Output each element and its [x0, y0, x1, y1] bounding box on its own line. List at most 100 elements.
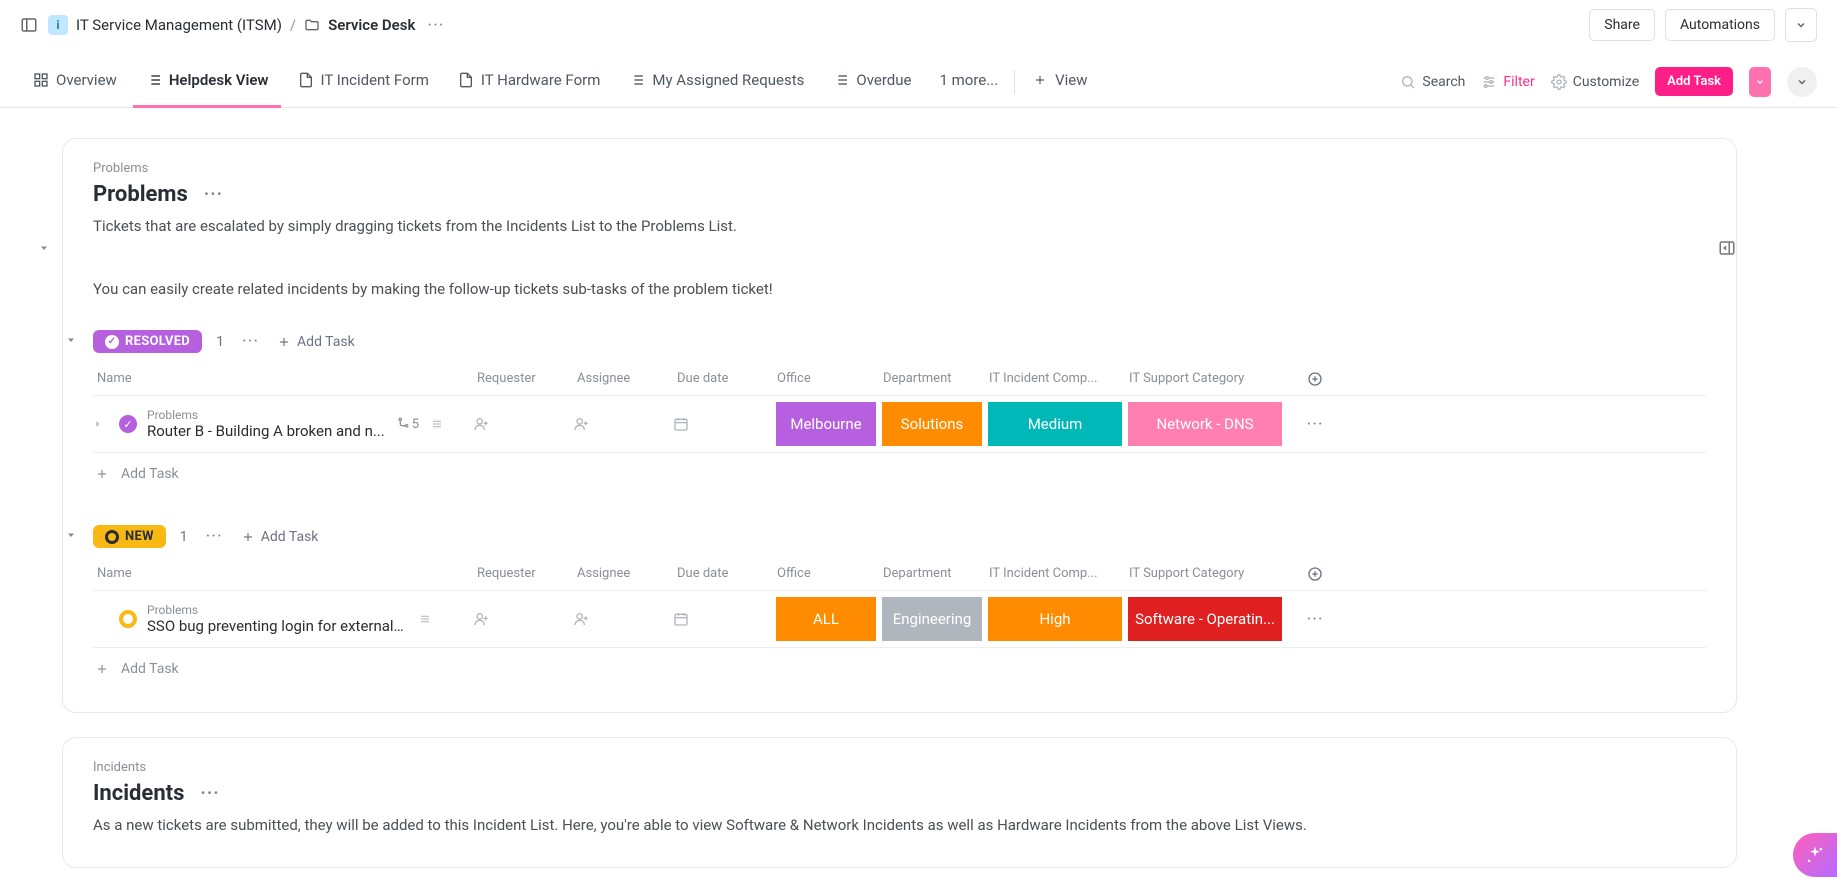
comp-chip[interactable]: High — [988, 597, 1122, 641]
calendar-icon — [673, 611, 689, 627]
breadcrumb-current[interactable]: Service Desk — [328, 16, 415, 34]
user-plus-icon — [473, 416, 489, 432]
tab-helpdesk[interactable]: Helpdesk View — [133, 56, 281, 108]
search-label: Search — [1422, 74, 1465, 90]
status-new-label: NEW — [125, 529, 154, 544]
col-name[interactable]: Name — [93, 566, 473, 582]
search-button[interactable]: Search — [1400, 74, 1465, 90]
subtask-count[interactable]: 5 — [395, 417, 419, 432]
col-dept[interactable]: Department — [879, 566, 985, 582]
tab-add-view[interactable]: View — [1019, 56, 1099, 108]
row-more-icon[interactable]: ··· — [1302, 609, 1327, 630]
cat-chip[interactable]: Software - Operatin... — [1128, 597, 1282, 641]
col-name[interactable]: Name — [93, 371, 473, 387]
comp-chip[interactable]: Medium — [988, 402, 1122, 446]
incidents-title: Incidents — [93, 781, 184, 806]
new-add-task[interactable]: Add Task — [241, 529, 319, 545]
col-comp[interactable]: IT Incident Comp... — [985, 566, 1125, 582]
resolved-add-task[interactable]: Add Task — [277, 334, 355, 350]
col-requester[interactable]: Requester — [473, 566, 573, 582]
incidents-card: Incidents Incidents ··· As a new tickets… — [62, 737, 1737, 868]
sidebar-toggle-icon[interactable] — [20, 16, 38, 34]
search-icon — [1400, 74, 1416, 90]
drag-icon[interactable] — [417, 611, 433, 627]
add-task-row[interactable]: Add Task — [93, 648, 1706, 690]
breadcrumb-workspace[interactable]: IT Service Management (ITSM) — [76, 16, 282, 34]
assignee-cell[interactable] — [573, 416, 673, 432]
status-dot-icon: ✓ — [119, 415, 137, 433]
col-cat[interactable]: IT Support Category — [1125, 566, 1285, 582]
col-due[interactable]: Due date — [673, 566, 773, 582]
filter-button[interactable]: Filter — [1481, 74, 1534, 90]
incidents-more-icon[interactable]: ··· — [196, 783, 223, 804]
customize-label: Customize — [1573, 74, 1639, 90]
info-icon: i — [48, 15, 68, 35]
table-row[interactable]: Problems SSO bug preventing login for ex… — [93, 591, 1706, 648]
tab-view-label: View — [1055, 71, 1087, 89]
add-column-button[interactable] — [1285, 371, 1345, 387]
add-task-chevron[interactable] — [1749, 67, 1771, 97]
resolved-more-icon[interactable]: ··· — [238, 331, 263, 352]
due-cell[interactable] — [673, 611, 773, 627]
list-icon — [145, 71, 163, 89]
due-cell[interactable] — [673, 416, 773, 432]
col-dept[interactable]: Department — [879, 371, 985, 387]
problems-desc1: Tickets that are escalated by simply dra… — [93, 215, 1706, 238]
resolved-count: 1 — [216, 334, 224, 350]
drag-icon[interactable] — [429, 416, 445, 432]
panel-toggle-icon[interactable] — [1718, 239, 1736, 257]
form-icon — [457, 71, 475, 89]
status-resolved-pill[interactable]: ✓ RESOLVED — [93, 330, 202, 353]
user-plus-icon — [473, 611, 489, 627]
col-comp[interactable]: IT Incident Comp... — [985, 371, 1125, 387]
automations-button[interactable]: Automations — [1665, 9, 1775, 41]
requester-cell[interactable] — [473, 416, 573, 432]
office-chip[interactable]: ALL — [776, 597, 876, 641]
more-menu-button[interactable] — [1787, 67, 1817, 97]
add-column-button[interactable] — [1285, 566, 1345, 582]
dept-chip[interactable]: Engineering — [882, 597, 982, 641]
group-caret[interactable] — [65, 529, 77, 541]
row-more-icon[interactable]: ··· — [1302, 414, 1327, 435]
office-chip[interactable]: Melbourne — [776, 402, 876, 446]
table-row[interactable]: ✓ Problems Router B - Building A broken … — [93, 396, 1706, 453]
col-assignee[interactable]: Assignee — [573, 566, 673, 582]
fab-ai-button[interactable] — [1793, 833, 1837, 877]
col-due[interactable]: Due date — [673, 371, 773, 387]
col-assignee[interactable]: Assignee — [573, 371, 673, 387]
tab-helpdesk-label: Helpdesk View — [169, 71, 269, 89]
col-office[interactable]: Office — [773, 566, 879, 582]
dept-chip[interactable]: Solutions — [882, 402, 982, 446]
tab-more[interactable]: 1 more... — [927, 56, 1010, 108]
cat-chip[interactable]: Network - DNS — [1128, 402, 1282, 446]
expand-icon[interactable] — [93, 419, 109, 429]
share-button[interactable]: Share — [1589, 9, 1655, 41]
tabbar: Overview Helpdesk View IT Incident Form … — [0, 56, 1837, 108]
automations-chevron[interactable] — [1785, 8, 1817, 42]
breadcrumb: i IT Service Management (ITSM) / Service… — [48, 15, 449, 36]
tab-hardware-form[interactable]: IT Hardware Form — [445, 56, 613, 108]
col-office[interactable]: Office — [773, 371, 879, 387]
add-task-button[interactable]: Add Task — [1655, 67, 1733, 96]
user-plus-icon — [573, 611, 589, 627]
task-tag: Problems — [147, 408, 385, 422]
tab-overdue[interactable]: Overdue — [820, 56, 923, 108]
topbar: i IT Service Management (ITSM) / Service… — [0, 0, 1837, 50]
problems-more-icon[interactable]: ··· — [200, 184, 227, 205]
tab-incident-form[interactable]: IT Incident Form — [285, 56, 441, 108]
card-collapse-caret[interactable] — [35, 239, 53, 257]
col-cat[interactable]: IT Support Category — [1125, 371, 1285, 387]
tab-overview[interactable]: Overview — [20, 56, 129, 108]
filter-label: Filter — [1503, 74, 1534, 90]
col-requester[interactable]: Requester — [473, 371, 573, 387]
group-caret[interactable] — [65, 334, 77, 346]
new-more-icon[interactable]: ··· — [202, 526, 227, 547]
add-task-row[interactable]: Add Task — [93, 453, 1706, 495]
tab-my-assigned[interactable]: My Assigned Requests — [616, 56, 816, 108]
status-new-pill[interactable]: NEW — [93, 525, 166, 548]
requester-cell[interactable] — [473, 611, 573, 627]
problems-label: Problems — [93, 161, 1706, 176]
customize-button[interactable]: Customize — [1551, 74, 1639, 90]
breadcrumb-more-icon[interactable]: ··· — [423, 15, 448, 36]
assignee-cell[interactable] — [573, 611, 673, 627]
